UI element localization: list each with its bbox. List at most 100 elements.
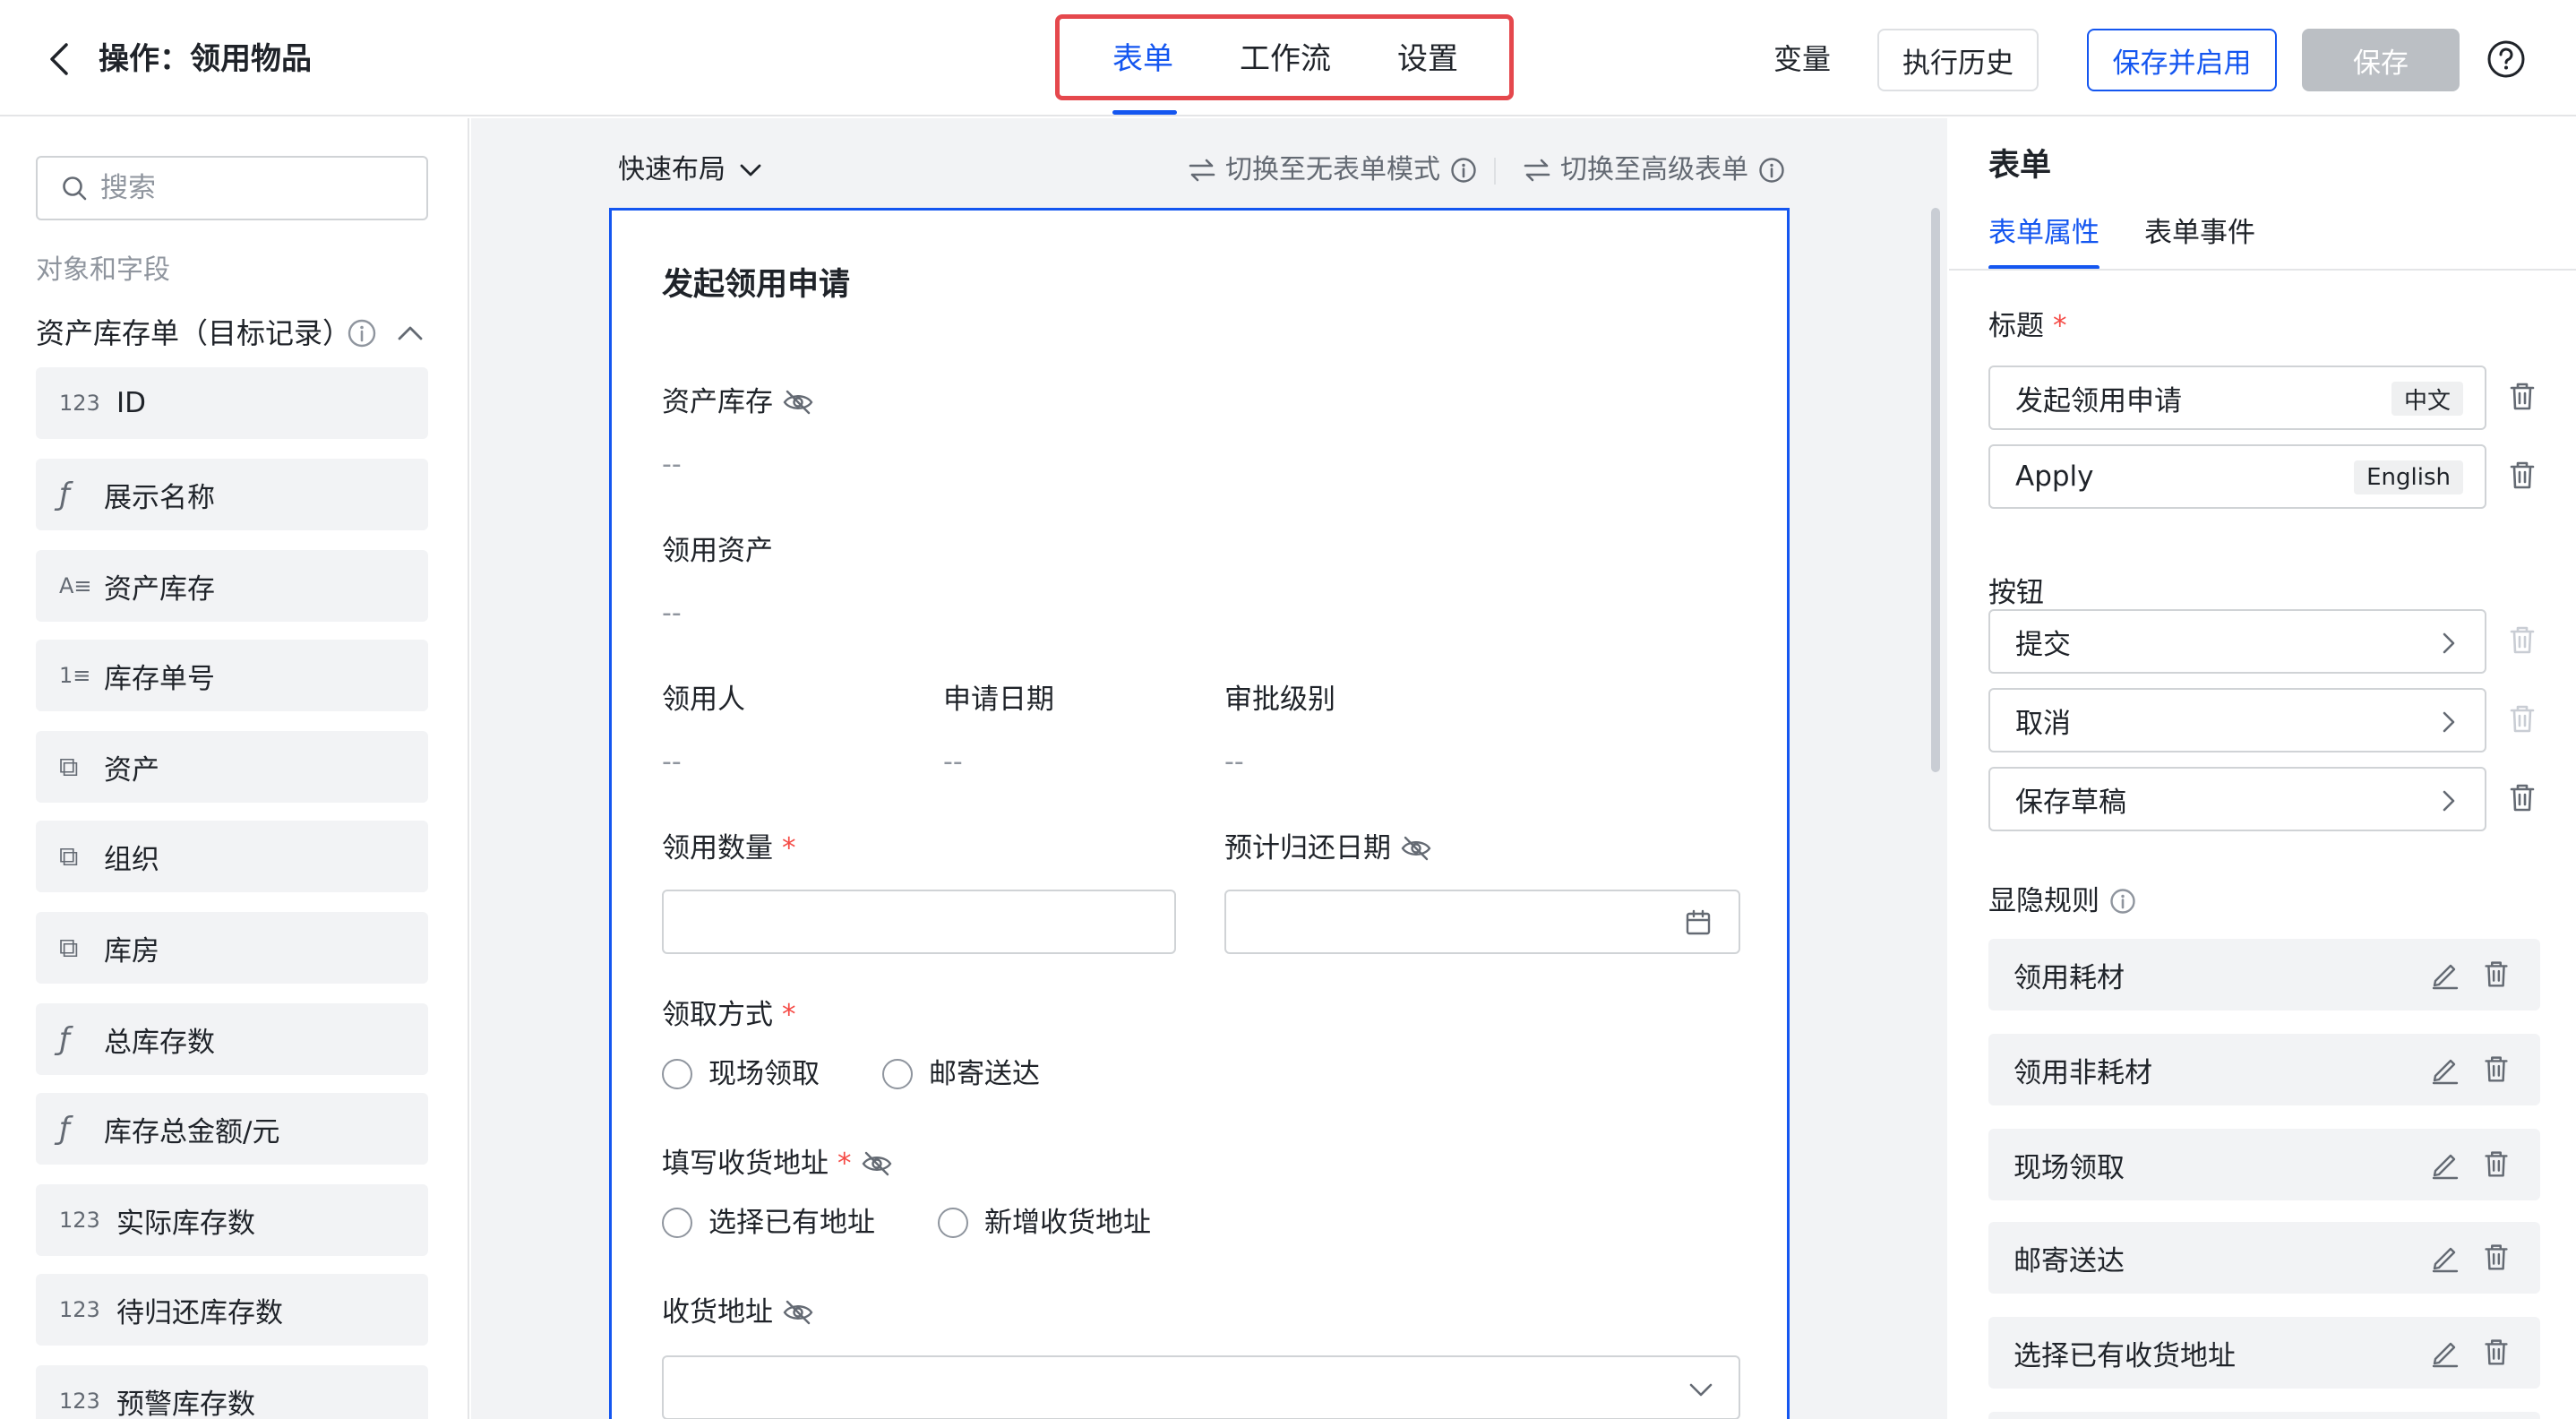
switch-no-form-link[interactable]: 切换至无表单模式 (1188, 150, 1478, 190)
radio-circle[interactable] (882, 1059, 913, 1089)
eye-off-icon (783, 1300, 813, 1325)
divider (1494, 158, 1496, 185)
title-zh-input[interactable]: 发起领用申请 中文 (1988, 366, 2486, 430)
switch-advanced-link[interactable]: 切换至高级表单 (1523, 150, 1786, 190)
help-button[interactable] (2486, 39, 2526, 79)
trash-icon[interactable] (2504, 779, 2540, 815)
field-method-label[interactable]: 领取方式 * (662, 995, 796, 1035)
tab-workflow[interactable]: 工作流 (1240, 39, 1331, 79)
group-title[interactable]: 资产库存单（目标记录） (36, 314, 351, 353)
field-item[interactable]: ƒ 库存总金额/元 (36, 1093, 428, 1165)
button-row-cancel[interactable]: 取消 (1988, 688, 2486, 752)
field-asset-stock-label[interactable]: 资产库存 (662, 383, 814, 422)
field-item[interactable]: 123 ID (36, 367, 428, 439)
field-item[interactable]: ⧉ 库房 (36, 912, 428, 984)
trash-icon[interactable] (2479, 957, 2513, 991)
edit-icon[interactable] (2429, 1148, 2461, 1181)
number-icon: 123 (59, 1389, 100, 1414)
tab-settings[interactable]: 设置 (1397, 39, 1458, 79)
variables-link[interactable]: 变量 (1773, 39, 1831, 79)
properties-panel: 表单 表单属性 表单事件 标题 * 发起领用申请 中文 Apply English… (1949, 118, 2576, 1419)
history-button[interactable]: 执行历史 (1877, 29, 2039, 91)
trash-icon[interactable] (2479, 1052, 2513, 1086)
radio-mail[interactable]: 邮寄送达 (882, 1054, 1040, 1094)
scrollbar[interactable] (1931, 208, 1940, 772)
empty-value: -- (662, 449, 682, 480)
field-item[interactable]: 123 待归还库存数 (36, 1274, 428, 1346)
fields-panel: 对象和字段 资产库存单（目标记录） 123ID ƒ展示名称 A≡资产库存 1≡库… (0, 118, 469, 1419)
field-item[interactable]: 1≡ 库存单号 (36, 640, 428, 711)
chevron-right-icon (2443, 632, 2455, 654)
rule-row[interactable]: 现场领取 (1988, 1129, 2540, 1200)
number-icon: 123 (59, 1297, 100, 1322)
divider (1949, 269, 2576, 271)
field-item[interactable]: ⧉ 组织 (36, 821, 428, 892)
field-address-label[interactable]: 收货地址 (662, 1293, 814, 1332)
trash-icon[interactable] (2504, 378, 2540, 414)
back-button[interactable] (41, 38, 77, 81)
tab-form[interactable]: 表单 (1112, 39, 1173, 79)
edit-icon[interactable] (2429, 959, 2461, 991)
method-radio-group: 现场领取 邮寄送达 (662, 1054, 1103, 1094)
trash-icon[interactable] (2479, 1240, 2513, 1274)
field-item[interactable]: ƒ 总库存数 (36, 1003, 428, 1075)
reference-icon: ⧉ (59, 751, 79, 783)
title-section-label: 标题 * (1988, 306, 2067, 346)
radio-existing-address[interactable]: 选择已有地址 (662, 1203, 875, 1243)
required-mark: * (782, 999, 796, 1031)
save-button[interactable]: 保存 (2302, 29, 2460, 91)
field-date-label[interactable]: 申请日期 (943, 680, 1054, 719)
form-title: 发起领用申请 (662, 267, 851, 303)
radio-circle[interactable] (662, 1059, 692, 1089)
rule-row[interactable]: 邮寄送达 (1988, 1222, 2540, 1294)
chevron-up-icon[interactable] (394, 317, 426, 349)
text-icon: A≡ (59, 573, 92, 598)
trash-icon[interactable] (2479, 1335, 2513, 1369)
field-level-label[interactable]: 审批级别 (1224, 680, 1335, 719)
calendar-icon (1686, 909, 1711, 935)
quick-layout-dropdown[interactable]: 快速布局 (618, 150, 763, 190)
tab-form-events[interactable]: 表单事件 (2144, 213, 2255, 253)
quantity-input[interactable] (662, 890, 1176, 954)
button-row-save-draft[interactable]: 保存草稿 (1988, 767, 2486, 831)
info-icon[interactable] (346, 317, 378, 349)
field-item[interactable]: ƒ 展示名称 (36, 459, 428, 530)
form-preview[interactable]: 发起领用申请 资产库存 -- 领用资产 -- 领用人 -- 申请日期 -- 审批… (609, 208, 1790, 1419)
radio-new-address[interactable]: 新增收货地址 (938, 1203, 1151, 1243)
search-input[interactable] (100, 172, 423, 204)
field-item[interactable]: 123 实际库存数 (36, 1184, 428, 1256)
edit-icon[interactable] (2429, 1242, 2461, 1274)
field-asset-label[interactable]: 领用资产 (662, 531, 773, 571)
trash-icon[interactable] (2504, 457, 2540, 493)
field-user-label[interactable]: 领用人 (662, 680, 745, 719)
swap-icon (1524, 159, 1550, 182)
save-and-enable-button[interactable]: 保存并启用 (2087, 29, 2277, 91)
field-address-fill-label[interactable]: 填写收货地址 * (662, 1144, 893, 1183)
title-en-input[interactable]: Apply English (1988, 444, 2486, 509)
search-box[interactable] (36, 156, 428, 220)
radio-onsite[interactable]: 现场领取 (662, 1054, 820, 1094)
field-return-label[interactable]: 预计归还日期 (1224, 829, 1432, 868)
rule-row[interactable]: 领用耗材 (1988, 939, 2540, 1010)
address-select[interactable] (662, 1355, 1740, 1419)
rule-row[interactable] (1988, 1412, 2540, 1419)
return-date-input[interactable] (1224, 890, 1740, 954)
trash-icon[interactable] (2479, 1147, 2513, 1181)
field-item[interactable]: ⧉ 资产 (36, 731, 428, 803)
info-icon[interactable] (2108, 887, 2137, 916)
radio-circle[interactable] (938, 1208, 968, 1238)
rule-row[interactable]: 领用非耗材 (1988, 1034, 2540, 1105)
edit-icon[interactable] (2429, 1054, 2461, 1086)
top-bar: 操作：领用物品 表单 工作流 设置 变量 执行历史 保存并启用 保存 (0, 0, 2576, 116)
tab-form-properties[interactable]: 表单属性 (1988, 213, 2099, 253)
edit-icon[interactable] (2429, 1337, 2461, 1369)
empty-value: -- (662, 746, 682, 778)
field-item[interactable]: A≡ 资产库存 (36, 550, 428, 622)
radio-circle[interactable] (662, 1208, 692, 1238)
button-row-submit[interactable]: 提交 (1988, 609, 2486, 674)
field-qty-label[interactable]: 领用数量 * (662, 829, 796, 868)
formula-icon: ƒ (59, 477, 70, 512)
field-item[interactable]: 123 预警库存数 (36, 1365, 428, 1419)
rule-row[interactable]: 选择已有收货地址 (1988, 1317, 2540, 1389)
eye-off-icon (862, 1151, 891, 1176)
